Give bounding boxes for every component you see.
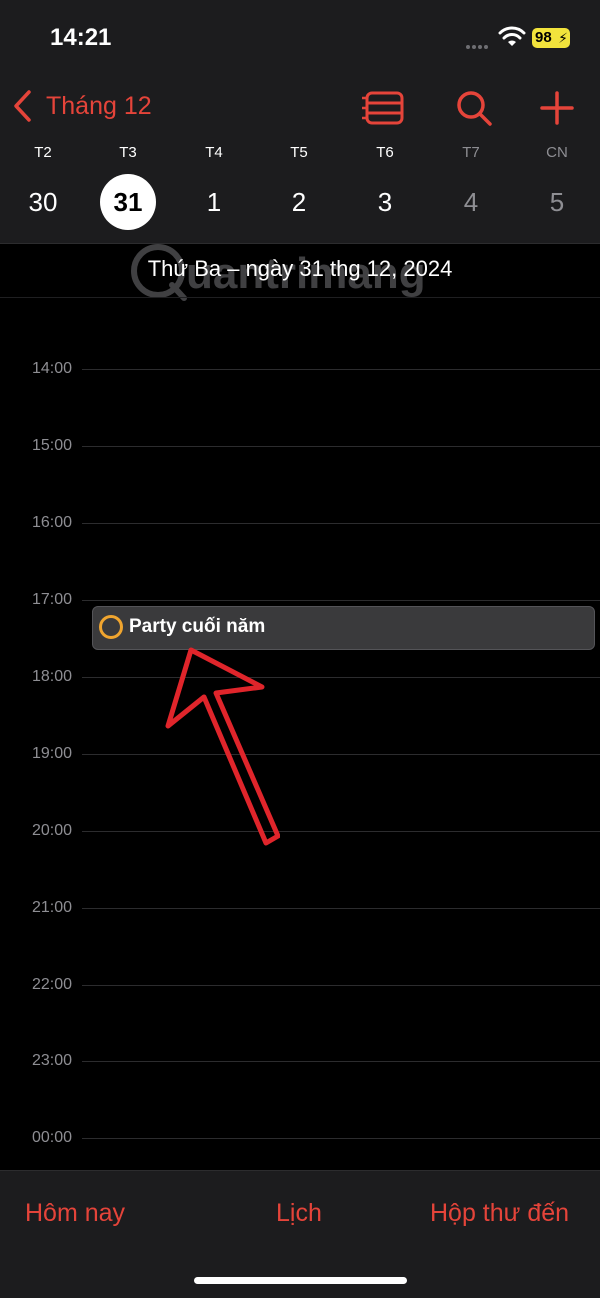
- divider: [0, 297, 600, 298]
- hour-label: 15:00: [31, 437, 72, 454]
- list-view-icon[interactable]: [361, 88, 405, 128]
- hour-row: 15:00: [0, 436, 600, 456]
- hour-row: 14:00: [0, 359, 600, 379]
- chevron-left-icon: [14, 90, 31, 122]
- hour-gridline: [82, 523, 600, 524]
- hour-label: 19:00: [31, 745, 72, 762]
- weekday-label: CN: [546, 144, 568, 161]
- battery-level: 98: [535, 29, 552, 46]
- date-cell[interactable]: 3: [357, 174, 413, 230]
- date-cell[interactable]: 1: [186, 174, 242, 230]
- hour-gridline: [82, 985, 600, 986]
- hour-row: 16:00: [0, 513, 600, 533]
- weekday-label: T5: [290, 144, 308, 161]
- day-title: Thứ Ba – ngày 31 thg 12, 2024: [147, 256, 453, 281]
- weekday-label: T2: [34, 144, 52, 161]
- event-party[interactable]: Party cuối năm: [92, 606, 595, 650]
- hour-label: 00:00: [31, 1129, 72, 1146]
- hour-gridline: [82, 754, 600, 755]
- hour-label: 16:00: [31, 514, 72, 531]
- hour-label: 23:00: [31, 1052, 72, 1069]
- home-indicator[interactable]: [194, 1277, 407, 1284]
- hour-gridline: [82, 831, 600, 832]
- today-button[interactable]: Hôm nay: [25, 1199, 125, 1228]
- charging-bolt-icon: ⚡: [558, 30, 568, 46]
- hour-row: 00:00: [0, 1128, 600, 1148]
- signal-dots-icon: [466, 36, 492, 49]
- weekday-label: T4: [205, 144, 223, 161]
- status-bar: 14:21 98 ⚡: [0, 0, 600, 70]
- hour-label: 17:00: [31, 591, 72, 608]
- hour-gridline: [82, 600, 600, 601]
- week-dates: 30 31 1 2 3 4 5: [0, 174, 600, 230]
- hour-gridline: [82, 677, 600, 678]
- date-cell-selected[interactable]: 31: [100, 174, 156, 230]
- hour-row: 20:00: [0, 821, 600, 841]
- back-label: Tháng 12: [46, 91, 152, 120]
- status-time: 14:21: [50, 24, 112, 51]
- weekday-label: T6: [376, 144, 394, 161]
- date-cell[interactable]: 4: [443, 174, 499, 230]
- search-icon[interactable]: [452, 88, 496, 128]
- event-status-circle-icon: [99, 615, 123, 639]
- date-cell[interactable]: 2: [271, 174, 327, 230]
- calendar-header: Tháng 12 T2 T3 T4 T5 T6 T7 CN 30 31 1 2 …: [0, 70, 600, 244]
- add-event-icon[interactable]: [536, 88, 580, 128]
- event-title: Party cuối năm: [129, 616, 266, 637]
- hour-label: 20:00: [31, 822, 72, 839]
- date-cell[interactable]: 30: [15, 174, 71, 230]
- wifi-icon: [498, 26, 526, 46]
- hour-gridline: [82, 1061, 600, 1062]
- hour-gridline: [82, 446, 600, 447]
- inbox-button[interactable]: Hộp thư đến: [430, 1199, 569, 1228]
- hour-gridline: [82, 1138, 600, 1139]
- hour-label: 22:00: [31, 976, 72, 993]
- hour-label: 21:00: [31, 899, 72, 916]
- hour-label: 14:00: [31, 360, 72, 377]
- calendars-button[interactable]: Lịch: [276, 1199, 322, 1228]
- hour-gridline: [82, 908, 600, 909]
- date-cell[interactable]: 5: [529, 174, 585, 230]
- back-to-month-button[interactable]: Tháng 12: [12, 88, 152, 124]
- hour-gridline: [82, 369, 600, 370]
- hour-row: 19:00: [0, 744, 600, 764]
- hour-label: 18:00: [31, 668, 72, 685]
- hour-row: 18:00: [0, 667, 600, 687]
- battery-indicator: 98 ⚡: [532, 28, 570, 48]
- hour-row: 21:00: [0, 898, 600, 918]
- weekday-label: T3: [119, 144, 137, 161]
- hour-row: 22:00: [0, 975, 600, 995]
- weekday-label: T7: [462, 144, 480, 161]
- weekday-labels: T2 T3 T4 T5 T6 T7 CN: [0, 144, 600, 168]
- hour-row: 23:00: [0, 1051, 600, 1071]
- bottom-toolbar: Hôm nay Lịch Hộp thư đến: [0, 1170, 600, 1298]
